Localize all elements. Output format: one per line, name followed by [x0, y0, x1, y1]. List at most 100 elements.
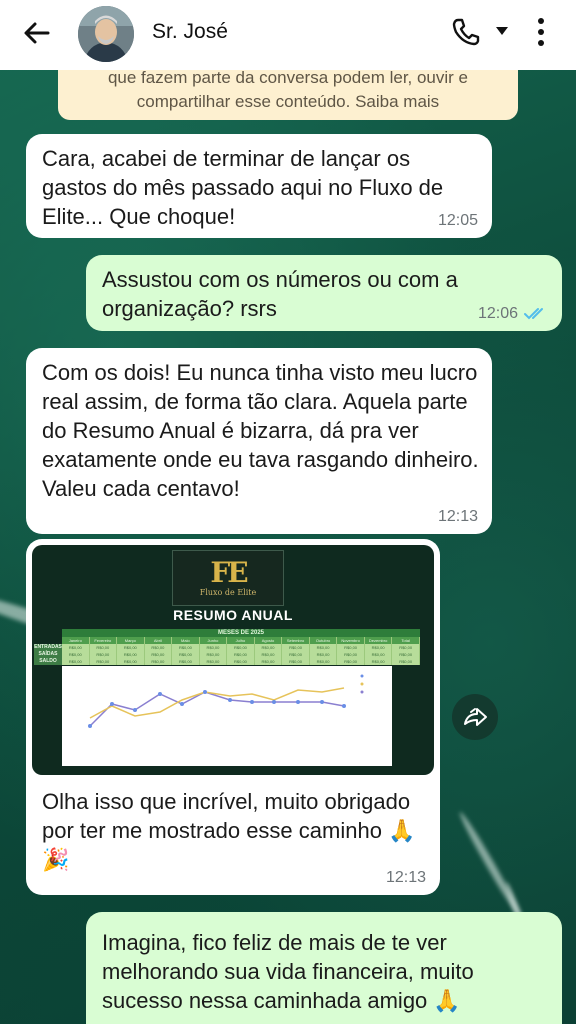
table-corner [34, 637, 62, 644]
avatar[interactable] [78, 6, 134, 62]
chart-lines [88, 674, 364, 728]
table-cell: R$0,00 [62, 644, 90, 651]
table-row-label: SALDO [34, 658, 62, 665]
message-text: Com os dois! Eu nunca tinha visto meu lu… [42, 360, 479, 501]
message-text: Assustou com os números ou com a organiz… [102, 267, 458, 321]
table-row: SAÍDAS R$0,00 R$0,00 R$0,00 R$0,00 R$0,00 R$0,… [34, 651, 420, 658]
table-cell: R$0,00 [89, 651, 118, 658]
legend-marker [360, 682, 364, 686]
table-cell: R$0,00 [172, 644, 200, 651]
chart-point [228, 698, 232, 702]
table-cell: R$0,00 [199, 651, 228, 658]
table-column-header: Junho [199, 637, 228, 644]
chart-point [203, 690, 207, 694]
table-cell: R$0,00 [172, 651, 200, 658]
back-arrow-icon[interactable] [22, 18, 52, 48]
message-time: 12:06 [477, 305, 518, 322]
series-line-yellow [89, 687, 345, 719]
message-bubble[interactable]: Com os dois! Eu nunca tinha visto meu lu… [26, 348, 492, 534]
message-text: Olha isso que incrível, muito obrigado p… [42, 789, 416, 872]
image-title: RESUMO ANUAL [173, 607, 293, 623]
message-time: 12:13 [385, 869, 426, 886]
logo-text: Fluxo de Elite [199, 588, 257, 597]
table-column-header: Setembro [282, 637, 310, 644]
chat-header: Sr. José [0, 0, 576, 70]
chart-point [250, 700, 254, 704]
chart-point [342, 704, 346, 708]
contact-name[interactable]: Sr. José [152, 20, 228, 44]
contact-photo [78, 6, 134, 62]
chart-point [320, 700, 324, 704]
forward-button[interactable] [452, 694, 498, 740]
table-cell: R$0,00 [392, 658, 420, 665]
message-bubble[interactable]: Assustou com os números ou com a organiz… [86, 255, 562, 331]
table-cell: R$0,00 [392, 651, 420, 658]
table-cell: R$0,00 [117, 651, 145, 658]
table-cell: R$0,00 [199, 644, 228, 651]
table-column-header: Agosto [254, 637, 283, 644]
table-cell: R$0,00 [364, 658, 393, 665]
table-cell: R$0,00 [62, 658, 90, 665]
table-cell: R$0,00 [337, 658, 365, 665]
table-cell: R$0,00 [117, 644, 145, 651]
chart-point [180, 702, 184, 706]
message-text: Imagina, fico feliz de mais de te ver me… [102, 930, 474, 1013]
message-text: Cara, acabei de terminar de lançar os ga… [42, 146, 444, 229]
table-cell: R$0,00 [172, 658, 200, 665]
voice-call-icon[interactable] [450, 16, 482, 48]
more-options-icon[interactable] [536, 17, 546, 47]
message-time: 12:05 [437, 212, 478, 229]
chart-point [272, 700, 276, 704]
chart-point [88, 724, 92, 728]
table-column-header: Outubro [309, 637, 338, 644]
read-receipt-icon [524, 308, 543, 320]
table-cell: R$0,00 [282, 651, 310, 658]
table-column-header: Abril [144, 637, 173, 644]
chart-point [110, 702, 114, 706]
table-cell: R$0,00 [89, 658, 118, 665]
message-bubble[interactable]: Cara, acabei de terminar de lançar os ga… [26, 134, 492, 238]
table-cell: R$0,00 [392, 644, 420, 651]
table-cell: R$0,00 [199, 658, 228, 665]
table-column-header: Maio [172, 637, 200, 644]
table-row: ENTRADAS R$0,00 R$0,00 R$0,00 R$0,00 R$0,00 R$… [34, 644, 420, 651]
table-cell: R$0,00 [254, 658, 283, 665]
chart-point [133, 708, 137, 712]
table-cell: R$0,00 [309, 651, 338, 658]
table-row: SALDO R$0,00 R$0,00 R$0,00 R$0,00 R$0,00 R$0,0… [34, 658, 420, 665]
line-chart [62, 666, 392, 766]
table-cell: R$0,00 [337, 651, 365, 658]
table-column-header: Janeiro [62, 637, 90, 644]
table-cell: R$0,00 [309, 658, 338, 665]
table-cell: R$0,00 [227, 651, 255, 658]
table-cell: R$0,00 [254, 644, 283, 651]
table-cell: R$0,00 [309, 644, 338, 651]
brand-logo: FE Fluxo de Elite [172, 550, 284, 606]
months-header: MESES DE 2025 [62, 629, 420, 637]
logo-mark: FE [210, 556, 248, 589]
table-cell: R$0,00 [282, 658, 310, 665]
table-cell: R$0,00 [62, 651, 90, 658]
table-row-label: SAÍDAS [34, 651, 62, 658]
table-header-row: Janeiro Fevereiro Março Abril Maio Junho Julho… [34, 637, 420, 644]
chart-point [296, 700, 300, 704]
legend-marker [360, 690, 364, 694]
summary-table: Janeiro Fevereiro Março Abril Maio Junho Julho… [34, 637, 420, 665]
table-cell: R$0,00 [254, 651, 283, 658]
table-cell: R$0,00 [117, 658, 145, 665]
chevron-down-icon[interactable] [495, 26, 509, 36]
table-cell: R$0,00 [282, 644, 310, 651]
notice-line: compartilhar esse conteúdo. Saiba mais [136, 92, 440, 111]
table-column-header: Total [392, 637, 420, 644]
table-cell: R$0,00 [227, 644, 255, 651]
message-bubble[interactable]: Imagina, fico feliz de mais de te ver me… [86, 912, 562, 1024]
table-cell: R$0,00 [144, 651, 173, 658]
table-column-header: Março [117, 637, 145, 644]
table-column-header: Fevereiro [89, 637, 118, 644]
table-cell: R$0,00 [364, 651, 393, 658]
message-time: 12:13 [437, 508, 478, 525]
table-cell: R$0,00 [337, 644, 365, 651]
chart-point [158, 692, 162, 696]
table-column-header: Julho [227, 637, 255, 644]
shared-image[interactable]: FE Fluxo de Elite RESUMO ANUAL MESES DE … [32, 545, 434, 775]
